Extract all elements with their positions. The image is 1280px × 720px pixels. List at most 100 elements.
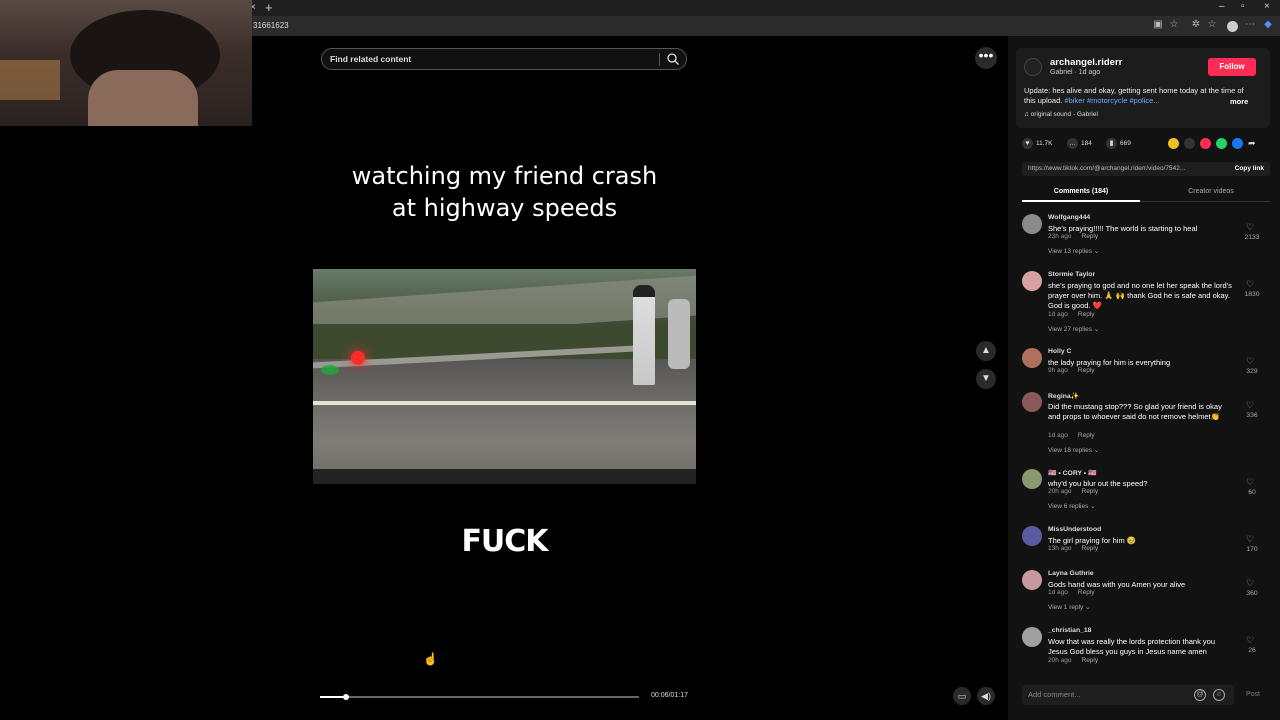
whatsapp-icon[interactable]	[1216, 138, 1227, 149]
comment-author[interactable]: MissUnderstood	[1048, 526, 1101, 533]
save-stat[interactable]: ▮ 669	[1106, 138, 1131, 149]
comment-author[interactable]: Regina✨	[1048, 392, 1079, 400]
details-panel: archangel.riderr Gabriel · 1d ago Follow…	[1008, 36, 1280, 720]
comment-time: 13h ago	[1048, 545, 1072, 552]
comment-meta: 20h ago Reply	[1048, 488, 1098, 495]
browser-menu-icon[interactable]: ⋯	[1244, 19, 1256, 31]
avatar[interactable]	[1022, 570, 1042, 590]
comment-author[interactable]: Layna Guthrie	[1048, 570, 1094, 577]
tab-comments[interactable]: Comments (184)	[1022, 188, 1140, 195]
emoji-icon[interactable]: ☺	[1213, 689, 1225, 701]
volume-icon[interactable]: ◀)	[977, 687, 995, 705]
comment-like-count: 329	[1246, 368, 1258, 375]
related-search-bar[interactable]: Find related content	[321, 48, 687, 70]
more-options-button[interactable]: •••	[975, 47, 997, 69]
next-video-button[interactable]: ▼	[976, 369, 996, 389]
video-player[interactable]: Find related content watching my friend …	[313, 36, 696, 717]
bookmark-icon: ▮	[1106, 138, 1117, 149]
reply-button[interactable]: Reply	[1082, 657, 1099, 664]
reply-button[interactable]: Reply	[1078, 311, 1095, 318]
miniplayer-icon[interactable]: ▭	[953, 687, 971, 705]
post-comment-button[interactable]: Post	[1246, 691, 1260, 698]
avatar[interactable]	[1024, 58, 1042, 76]
avatar[interactable]	[1022, 469, 1042, 489]
facebook-icon[interactable]	[1232, 138, 1243, 149]
avatar[interactable]	[1022, 348, 1042, 368]
comment-author[interactable]: Wolfgang444	[1048, 214, 1090, 221]
comment-meta: 13h ago Reply	[1048, 545, 1098, 552]
copy-link-button[interactable]: Copy link	[1235, 165, 1264, 172]
comment-meta: 23h ago Reply	[1048, 233, 1098, 240]
new-tab-button[interactable]: +	[265, 0, 273, 15]
avatar[interactable]	[1022, 214, 1042, 234]
extension-icon[interactable]: ✲	[1190, 19, 1202, 31]
reply-button[interactable]: Reply	[1078, 589, 1095, 596]
coin-share-icon[interactable]	[1168, 138, 1179, 149]
post-info-card: archangel.riderr Gabriel · 1d ago Follow…	[1016, 48, 1270, 128]
comment-author[interactable]: Holly C	[1048, 348, 1071, 355]
comment-author[interactable]: 🇺🇸 • CORY • 🇺🇸	[1048, 469, 1097, 477]
reply-button[interactable]: Reply	[1078, 367, 1095, 374]
comment-like-count: 360	[1246, 590, 1258, 597]
search-icon[interactable]	[666, 52, 680, 66]
heart-icon[interactable]: ♡	[1246, 635, 1254, 646]
reply-button[interactable]: Reply	[1078, 432, 1095, 439]
video-progress-bar[interactable]	[320, 694, 639, 700]
comment-like-count: 170	[1246, 546, 1258, 553]
video-frame	[313, 269, 696, 484]
comment-text: Wow that was really the lords protection…	[1048, 637, 1216, 656]
comment-time: 1d ago	[1048, 432, 1068, 439]
comment-icon: …	[1067, 138, 1078, 149]
heart-icon[interactable]: ♡	[1246, 400, 1254, 411]
share-link-url[interactable]: https://www.tiktok.com/@archangel.riderr…	[1028, 165, 1185, 172]
send-icon[interactable]	[1200, 138, 1211, 149]
comment-like-count: 26	[1248, 647, 1256, 654]
view-replies-link[interactable]: View 1 reply ⌄	[1048, 603, 1091, 611]
view-replies-link[interactable]: View 13 replies ⌄	[1048, 247, 1099, 255]
comment-author[interactable]: Stormie Taylor	[1048, 271, 1095, 278]
avatar[interactable]	[1022, 627, 1042, 647]
like-stat[interactable]: ♥ 11.7K	[1022, 138, 1053, 149]
share-arrow-icon[interactable]: ➦	[1248, 138, 1259, 149]
url-text[interactable]: 31661623	[253, 21, 289, 30]
mention-icon[interactable]: @	[1194, 689, 1206, 701]
heart-icon[interactable]: ♡	[1246, 279, 1254, 290]
comment-author[interactable]: _christian_18	[1048, 627, 1091, 634]
heart-icon[interactable]: ♡	[1246, 534, 1254, 545]
install-app-icon[interactable]: ▣	[1152, 19, 1164, 31]
comment-time: 20h ago	[1048, 488, 1072, 495]
heart-icon[interactable]: ♡	[1246, 356, 1254, 367]
profile-avatar[interactable]	[1227, 21, 1238, 32]
avatar[interactable]	[1022, 271, 1042, 291]
post-username[interactable]: archangel.riderr	[1050, 57, 1122, 68]
view-replies-link[interactable]: View 6 replies ⌄	[1048, 502, 1096, 510]
window-close-button[interactable]: ×	[1264, 1, 1270, 12]
view-replies-link[interactable]: View 27 replies ⌄	[1048, 325, 1099, 333]
view-replies-link[interactable]: View 18 replies ⌄	[1048, 446, 1099, 454]
bookmark-star-icon[interactable]: ☆	[1168, 19, 1180, 31]
reply-button[interactable]: Reply	[1082, 233, 1099, 240]
hashtags[interactable]: #biker #motorcycle #police...	[1064, 96, 1159, 105]
maximize-button[interactable]: ▫	[1241, 1, 1245, 12]
comment-time: 20h ago	[1048, 657, 1072, 664]
favorites-icon[interactable]: ☆	[1206, 19, 1218, 31]
reply-button[interactable]: Reply	[1082, 488, 1099, 495]
avatar[interactable]	[1022, 526, 1042, 546]
comment-meta: 9h ago Reply	[1048, 367, 1095, 374]
heart-icon[interactable]: ♡	[1246, 477, 1254, 488]
heart-icon[interactable]: ♡	[1246, 222, 1254, 233]
embed-icon[interactable]	[1184, 138, 1195, 149]
minimize-button[interactable]: –	[1219, 1, 1225, 12]
comment-time: 23h ago	[1048, 233, 1072, 240]
more-link[interactable]: more	[1230, 97, 1248, 106]
progress-knob[interactable]	[342, 694, 349, 700]
copilot-icon[interactable]: ◆	[1262, 19, 1274, 31]
heart-icon[interactable]: ♡	[1246, 578, 1254, 589]
comment-stat[interactable]: … 184	[1067, 138, 1092, 149]
follow-button[interactable]: Follow	[1208, 58, 1256, 76]
previous-video-button[interactable]: ▲	[976, 341, 996, 361]
avatar[interactable]	[1022, 392, 1042, 412]
reply-button[interactable]: Reply	[1082, 545, 1099, 552]
tab-creator-videos[interactable]: Creator videos	[1152, 188, 1270, 195]
music-label[interactable]: ♫ original sound - Gabriel	[1024, 111, 1098, 118]
